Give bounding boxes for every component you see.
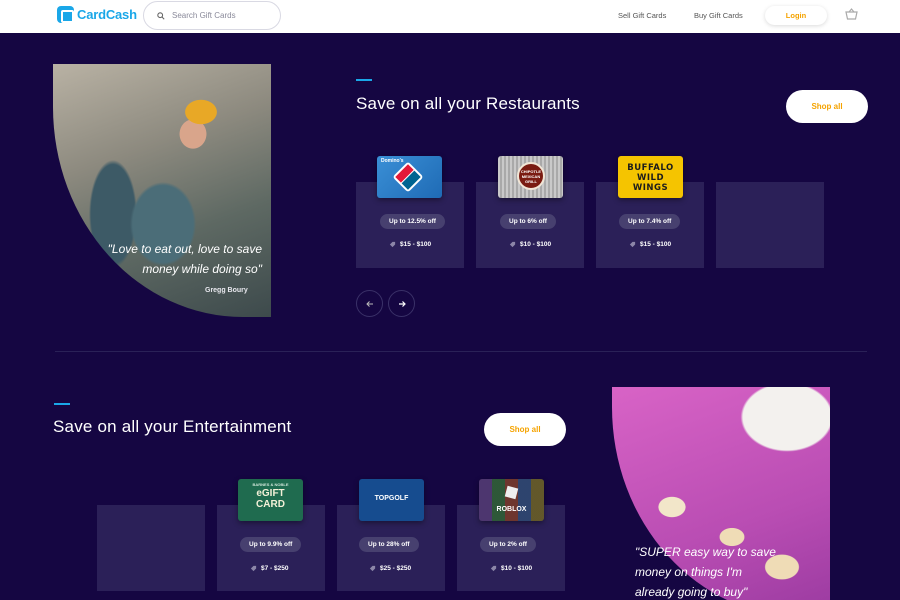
restaurant-testimonial-photo xyxy=(53,64,271,317)
bn-discount-badge: Up to 9.9% off xyxy=(240,537,302,552)
dominos-gift-card-image[interactable]: Domino's xyxy=(377,156,442,198)
buy-gift-cards-link[interactable]: Buy Gift Cards xyxy=(694,11,743,20)
chipotle-card-label: CHIPOTLE MEXICAN GRILL xyxy=(520,168,542,184)
search-input[interactable] xyxy=(172,11,267,20)
barnes-noble-gift-card-image[interactable]: BARNES & NOBLE eGIFT CARD xyxy=(238,479,303,521)
restaurant-quote-author: Gregg Boury xyxy=(205,287,248,294)
restaurant-quote-line-1: "Love to eat out, love to save xyxy=(107,242,262,256)
buffalo-wild-wings-gift-card-image[interactable]: BUFFALO WILD WINGS xyxy=(618,156,683,198)
price-tag-icon xyxy=(389,241,396,248)
roblox-price-text: $10 - $100 xyxy=(501,565,533,572)
search-icon xyxy=(157,11,165,20)
bww-price-range: $15 - $100 xyxy=(629,241,671,248)
chipotle-gift-card-image[interactable]: CHIPOTLE MEXICAN GRILL xyxy=(498,156,563,198)
entertainment-accent-bar xyxy=(54,403,70,405)
dominos-discount-badge: Up to 12.5% off xyxy=(380,214,445,229)
gift-card-tile-placeholder xyxy=(716,182,824,268)
logo-text: CardCash xyxy=(77,7,137,22)
price-tag-icon xyxy=(629,241,636,248)
entertainment-quote-line-2: money on things I'm xyxy=(635,565,743,579)
price-tag-icon xyxy=(369,565,376,572)
price-tag-icon xyxy=(509,241,516,248)
roblox-gift-card-image[interactable]: ROBLOX xyxy=(479,479,544,521)
topgolf-card-label: TOPGOLF xyxy=(374,495,409,502)
gift-card-tile-placeholder xyxy=(97,505,205,591)
top-navigation-bar: CardCash Sell Gift Cards Buy Gift Cards … xyxy=(0,0,900,33)
chipotle-price-range: $10 - $100 xyxy=(509,241,551,248)
dominos-domino-icon xyxy=(392,161,424,193)
main-content: "Love to eat out, love to save money whi… xyxy=(0,33,900,600)
roblox-discount-badge: Up to 2% off xyxy=(480,537,536,552)
cardcash-logo[interactable]: CardCash xyxy=(57,6,137,23)
arrow-left-icon xyxy=(365,300,373,307)
price-tag-icon xyxy=(490,565,497,572)
topgolf-discount-badge: Up to 28% off xyxy=(359,537,419,552)
topgolf-gift-card-image[interactable]: TOPGOLF xyxy=(359,479,424,521)
bn-card-brand: BARNES & NOBLE xyxy=(252,482,289,487)
entertainment-shop-all-button[interactable]: Shop all xyxy=(484,413,566,446)
restaurant-quote-line-2: money while doing so" xyxy=(142,262,262,276)
bn-price-range: $7 - $250 xyxy=(250,565,288,572)
carousel-prev-button[interactable] xyxy=(356,290,383,317)
bww-discount-badge: Up to 7.4% off xyxy=(619,214,681,229)
roblox-card-label: ROBLOX xyxy=(496,506,527,513)
entertainment-quote: "SUPER easy way to save money on things … xyxy=(635,542,825,600)
section-divider xyxy=(55,351,867,352)
logo-icon xyxy=(57,6,74,23)
roblox-price-range: $10 - $100 xyxy=(490,565,532,572)
chipotle-discount-badge: Up to 6% off xyxy=(500,214,556,229)
chipotle-logo-icon: CHIPOTLE MEXICAN GRILL xyxy=(517,162,545,190)
entertainment-quote-line-3: already going to buy" xyxy=(635,585,748,599)
bn-price-text: $7 - $250 xyxy=(261,565,289,572)
restaurant-accent-bar xyxy=(356,79,372,81)
restaurant-shop-all-button[interactable]: Shop all xyxy=(786,90,868,123)
bww-card-label: BUFFALO WILD WINGS xyxy=(627,163,674,193)
dominos-price-text: $15 - $100 xyxy=(400,241,432,248)
topgolf-price-range: $25 - $250 xyxy=(369,565,411,572)
basket-icon[interactable] xyxy=(845,8,858,20)
entertainment-section-title: Save on all your Entertainment xyxy=(53,417,292,436)
entertainment-quote-line-1: "SUPER easy way to save xyxy=(635,545,776,559)
dominos-price-range: $15 - $100 xyxy=(389,241,431,248)
search-box[interactable] xyxy=(143,1,281,30)
chipotle-price-text: $10 - $100 xyxy=(520,241,552,248)
restaurant-quote: "Love to eat out, love to save money whi… xyxy=(92,239,262,279)
restaurant-section-title: Save on all your Restaurants xyxy=(356,94,580,113)
carousel-next-button[interactable] xyxy=(388,290,415,317)
bn-card-label: eGIFT CARD xyxy=(256,488,285,510)
sell-gift-cards-link[interactable]: Sell Gift Cards xyxy=(618,11,666,20)
topgolf-price-text: $25 - $250 xyxy=(380,565,412,572)
dominos-card-label: Domino's xyxy=(381,158,404,164)
bww-price-text: $15 - $100 xyxy=(640,241,672,248)
login-button[interactable]: Login xyxy=(765,6,827,25)
price-tag-icon xyxy=(250,565,257,572)
arrow-right-icon xyxy=(398,300,406,307)
